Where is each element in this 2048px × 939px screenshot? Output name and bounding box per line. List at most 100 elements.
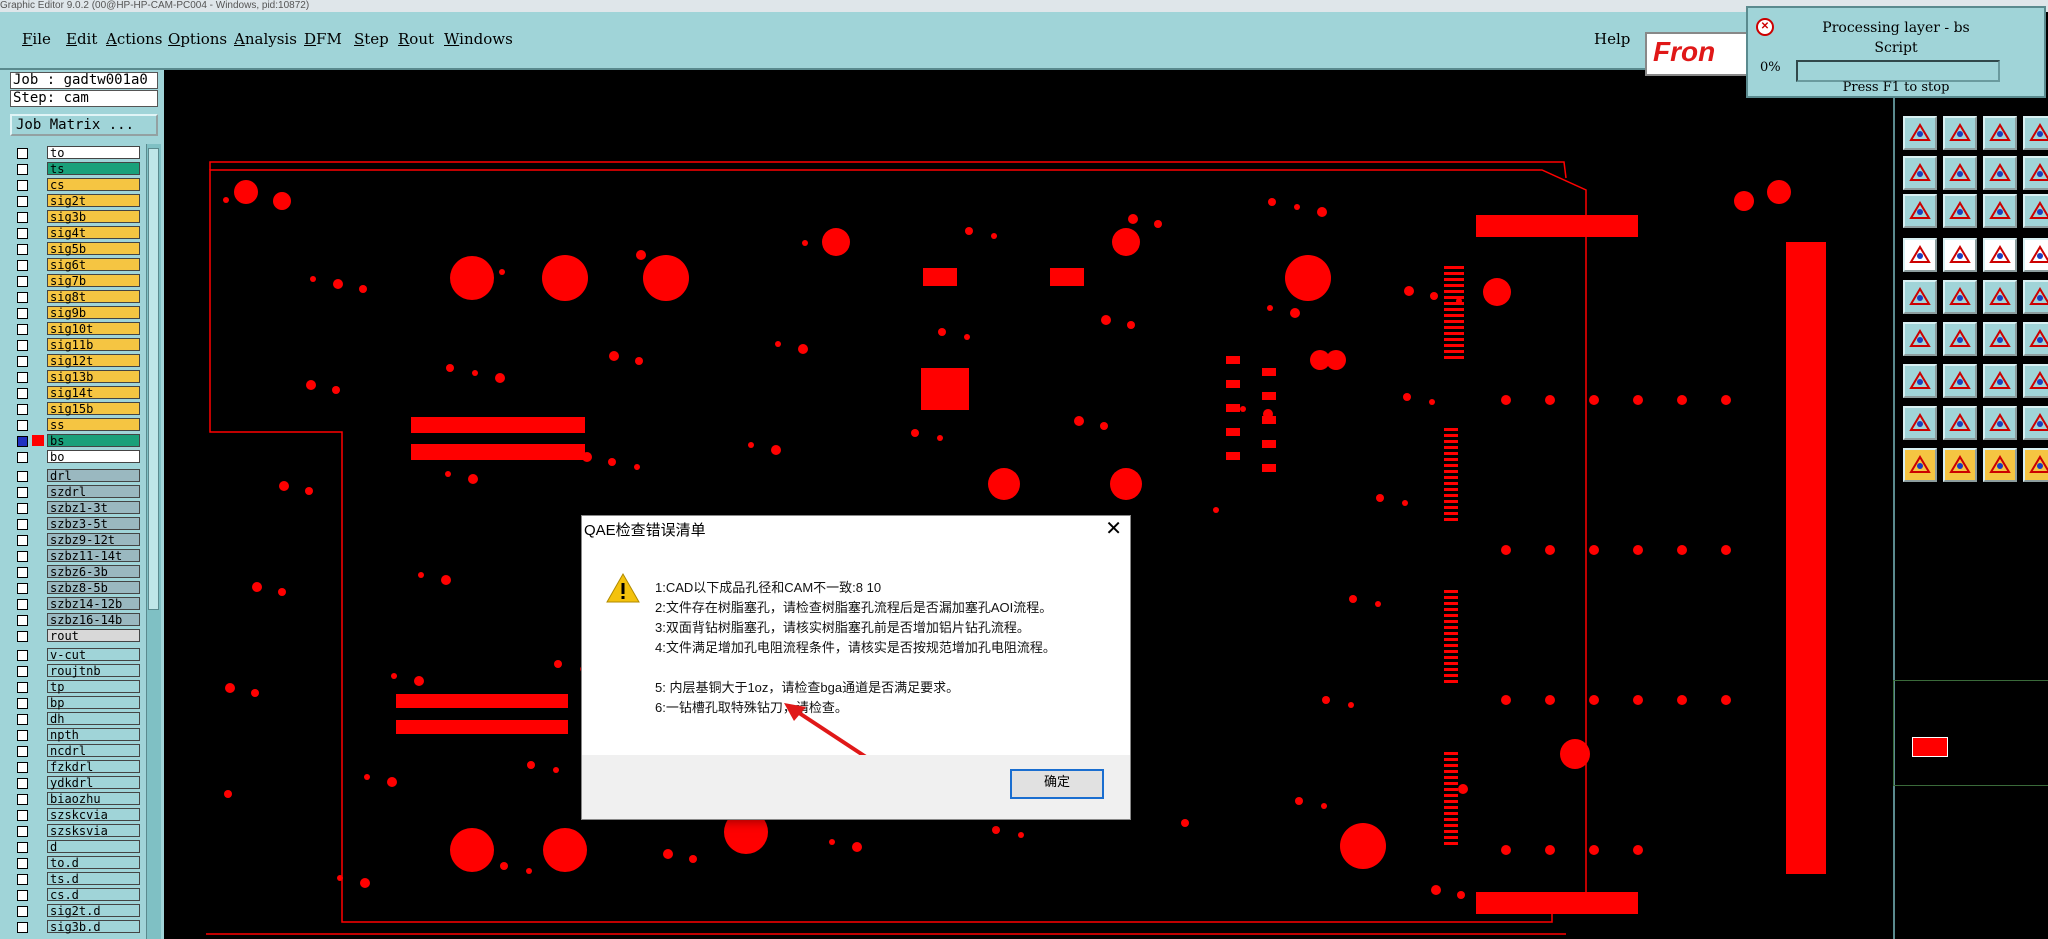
tool-mirror-icon[interactable] (1983, 364, 2017, 398)
tool-copy-icon[interactable] (2023, 238, 2048, 272)
layer-checkbox[interactable] (17, 436, 28, 447)
layer-row[interactable]: ts.d (10, 872, 140, 886)
tool-route-icon[interactable] (1983, 280, 2017, 314)
layer-checkbox[interactable] (17, 276, 28, 287)
layer-row[interactable]: szbz9-12t (10, 533, 140, 547)
layer-checkbox[interactable] (17, 794, 28, 805)
layer-checkbox[interactable] (17, 858, 28, 869)
layer-row[interactable]: sig10t (10, 322, 140, 336)
menu-actions[interactable]: Actions (106, 30, 162, 48)
layer-row[interactable]: roujtnb (10, 664, 140, 678)
layer-checkbox[interactable] (17, 471, 28, 482)
menu-windows[interactable]: Windows (444, 30, 513, 48)
tool-add-icon[interactable] (2023, 156, 2048, 190)
layer-checkbox[interactable] (17, 583, 28, 594)
tool-rotate-icon[interactable] (1943, 116, 1977, 150)
layer-row[interactable]: sig3b.d (10, 920, 140, 934)
tool-cut-icon[interactable] (1903, 322, 1937, 356)
tool-pad-icon[interactable] (1943, 194, 1977, 228)
layer-checkbox[interactable] (17, 356, 28, 367)
layer-row[interactable]: sig3b (10, 210, 140, 224)
minimap[interactable] (1893, 680, 2048, 786)
layer-checkbox[interactable] (17, 906, 28, 917)
layer-checkbox[interactable] (17, 810, 28, 821)
layer-checkbox[interactable] (17, 148, 28, 159)
layer-row[interactable]: ncdrl (10, 744, 140, 758)
layer-checkbox[interactable] (17, 714, 28, 725)
close-icon[interactable]: ✕ (1105, 516, 1122, 541)
layer-row[interactable]: ydkdrl (10, 776, 140, 790)
ok-button[interactable]: 确定 (1010, 769, 1104, 799)
tool-select-icon[interactable] (1903, 156, 1937, 190)
tool-rotate-icon[interactable] (1943, 364, 1977, 398)
layer-row[interactable]: to (10, 146, 140, 160)
layer-row[interactable]: sig4t (10, 226, 140, 240)
layer-row[interactable]: sig8t (10, 290, 140, 304)
tool-cut-icon[interactable] (1903, 194, 1937, 228)
layer-checkbox[interactable] (17, 308, 28, 319)
layer-row[interactable]: szbz16-14b (10, 613, 140, 627)
layer-row[interactable]: v-cut (10, 648, 140, 662)
layer-row[interactable]: bs (10, 434, 140, 448)
layer-checkbox[interactable] (17, 487, 28, 498)
layer-row[interactable]: szdrl (10, 485, 140, 499)
menu-rout[interactable]: Rout (398, 30, 434, 48)
tool-select-icon[interactable] (1903, 406, 1937, 440)
menu-edit[interactable]: Edit (66, 30, 97, 48)
tool-route-icon[interactable] (1983, 406, 2017, 440)
tool-zoom-icon[interactable] (2023, 194, 2048, 228)
tool-mirror-icon[interactable] (1983, 116, 2017, 150)
layer-checkbox[interactable] (17, 666, 28, 677)
layer-row[interactable]: sig14t (10, 386, 140, 400)
menu-analysis[interactable]: Analysis (234, 30, 297, 48)
layer-checkbox[interactable] (17, 228, 28, 239)
layer-row[interactable]: sig7b (10, 274, 140, 288)
layer-row[interactable]: dh (10, 712, 140, 726)
layer-row[interactable]: tp (10, 680, 140, 694)
layer-row[interactable]: szbz8-5b (10, 581, 140, 595)
tool-move-icon[interactable] (1903, 238, 1937, 272)
layer-checkbox[interactable] (17, 698, 28, 709)
tool-measure-icon[interactable] (1943, 406, 1977, 440)
layer-row[interactable]: szskcvia (10, 808, 140, 822)
layer-row[interactable]: szsksvia (10, 824, 140, 838)
layer-checkbox[interactable] (17, 404, 28, 415)
menu-dfm[interactable]: DFM (304, 30, 342, 48)
layer-checkbox[interactable] (17, 730, 28, 741)
layer-checkbox[interactable] (17, 212, 28, 223)
layer-row[interactable]: sig12t (10, 354, 140, 368)
layer-row[interactable]: szbz6-3b (10, 565, 140, 579)
tool-measure-icon[interactable] (1943, 156, 1977, 190)
layer-row[interactable]: sig2t.d (10, 904, 140, 918)
tool-cut-icon[interactable] (1903, 448, 1937, 482)
tool-route-icon[interactable] (1983, 156, 2017, 190)
tool-select-icon[interactable] (1903, 280, 1937, 314)
layer-row[interactable]: szbz1-3t (10, 501, 140, 515)
tool-add-icon[interactable] (2023, 280, 2048, 314)
layer-checkbox[interactable] (17, 164, 28, 175)
tool-arc-icon[interactable] (1983, 194, 2017, 228)
layer-checkbox[interactable] (17, 599, 28, 610)
menu-options[interactable]: Options (168, 30, 227, 48)
tool-mirror-icon[interactable] (1983, 238, 2017, 272)
tool-copy-icon[interactable] (2023, 116, 2048, 150)
layer-checkbox[interactable] (17, 826, 28, 837)
layer-checkbox[interactable] (17, 372, 28, 383)
tool-zoom-icon[interactable] (2023, 322, 2048, 356)
tool-arc-icon[interactable] (1983, 322, 2017, 356)
layer-checkbox[interactable] (17, 746, 28, 757)
tool-copy-icon[interactable] (2023, 364, 2048, 398)
layer-row[interactable]: drl (10, 469, 140, 483)
layer-checkbox[interactable] (17, 420, 28, 431)
job-matrix-button[interactable]: Job Matrix ... (10, 114, 158, 136)
layer-row[interactable]: ss (10, 418, 140, 432)
layer-row[interactable]: szbz3-5t (10, 517, 140, 531)
layer-row[interactable]: bp (10, 696, 140, 710)
layer-scroll-thumb[interactable] (148, 148, 159, 610)
layer-row[interactable]: sig15b (10, 402, 140, 416)
layer-row[interactable]: sig13b (10, 370, 140, 384)
tool-pad-icon[interactable] (1943, 448, 1977, 482)
tool-add-icon[interactable] (2023, 406, 2048, 440)
layer-row[interactable]: fzkdrl (10, 760, 140, 774)
layer-checkbox[interactable] (17, 922, 28, 933)
